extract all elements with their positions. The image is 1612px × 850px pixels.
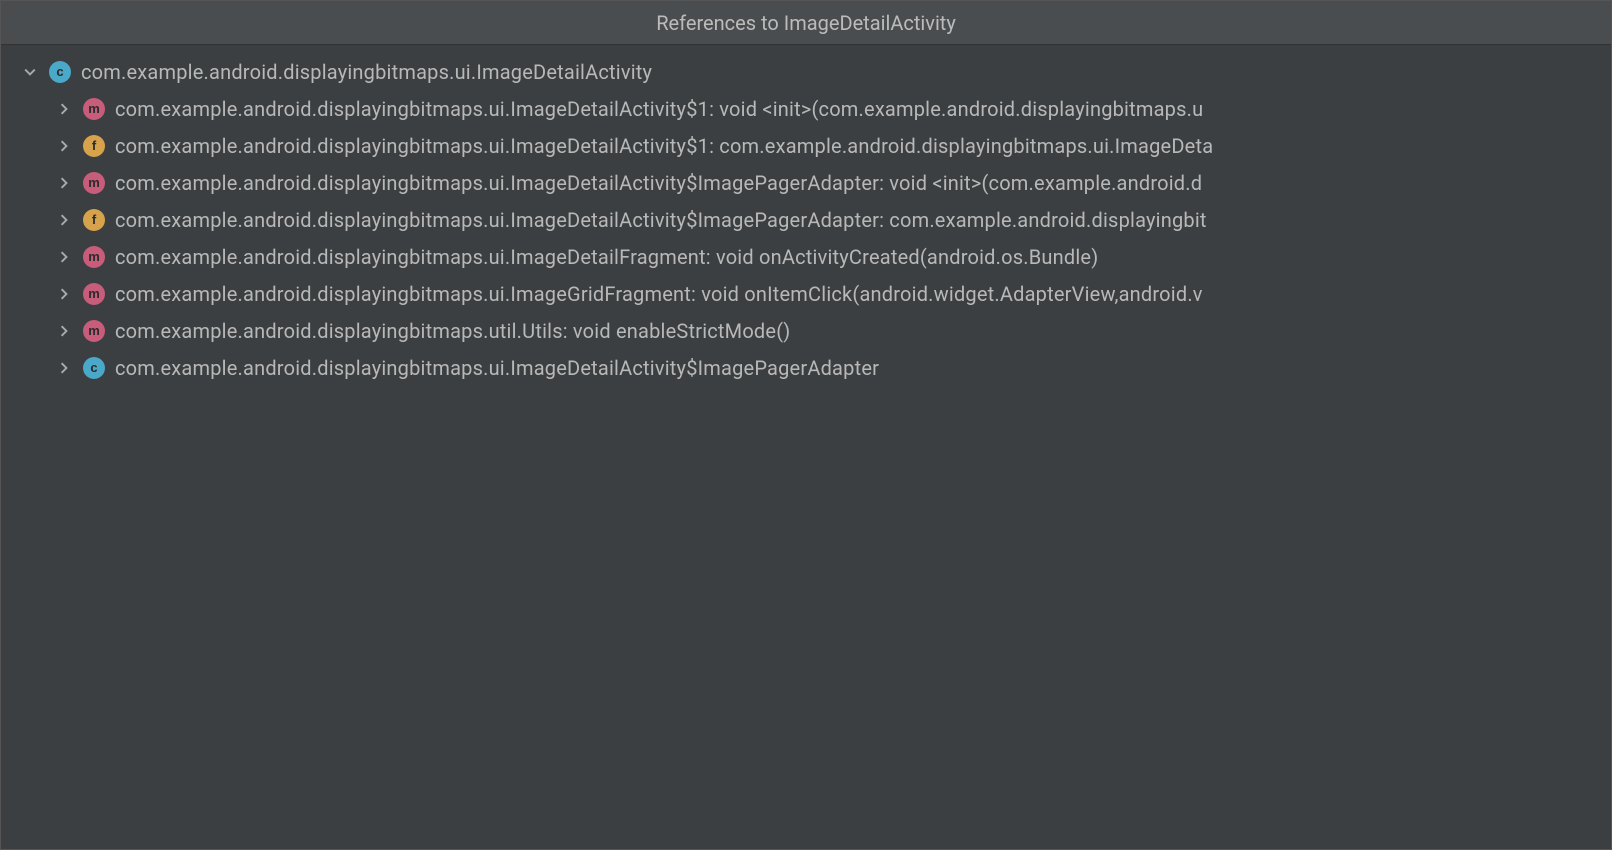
chevron-down-icon[interactable] [21,63,39,81]
tree-item-label: com.example.android.displayingbitmaps.ui… [115,245,1098,269]
tree-child-row[interactable]: f com.example.android.displayingbitmaps.… [1,201,1611,238]
tree-item-label: com.example.android.displayingbitmaps.ut… [115,319,790,343]
chevron-right-icon[interactable] [55,100,73,118]
method-icon: m [83,98,105,120]
chevron-right-icon[interactable] [55,137,73,155]
tree-item-label: com.example.android.displayingbitmaps.ui… [115,171,1202,195]
tree-root-row[interactable]: c com.example.android.displayingbitmaps.… [1,53,1611,90]
tree-child-row[interactable]: m com.example.android.displayingbitmaps.… [1,275,1611,312]
tree-child-row[interactable]: f com.example.android.displayingbitmaps.… [1,127,1611,164]
method-icon: m [83,283,105,305]
tree-child-row[interactable]: m com.example.android.displayingbitmaps.… [1,312,1611,349]
tree-item-label: com.example.android.displayingbitmaps.ui… [115,97,1203,121]
panel-title-bar: References to ImageDetailActivity [1,1,1611,45]
class-icon: c [83,357,105,379]
chevron-right-icon[interactable] [55,322,73,340]
tree-item-label: com.example.android.displayingbitmaps.ui… [115,282,1203,306]
chevron-right-icon[interactable] [55,359,73,377]
chevron-right-icon[interactable] [55,285,73,303]
field-icon: f [83,135,105,157]
field-icon: f [83,209,105,231]
tree-child-row[interactable]: m com.example.android.displayingbitmaps.… [1,164,1611,201]
references-tree: c com.example.android.displayingbitmaps.… [1,45,1611,386]
method-icon: m [83,172,105,194]
tree-child-row[interactable]: c com.example.android.displayingbitmaps.… [1,349,1611,386]
tree-item-label: com.example.android.displayingbitmaps.ui… [115,208,1207,232]
class-icon: c [49,61,71,83]
chevron-right-icon[interactable] [55,211,73,229]
tree-item-label: com.example.android.displayingbitmaps.ui… [115,356,879,380]
method-icon: m [83,320,105,342]
panel-title: References to ImageDetailActivity [656,11,956,35]
tree-item-label: com.example.android.displayingbitmaps.ui… [81,60,652,84]
tree-item-label: com.example.android.displayingbitmaps.ui… [115,134,1213,158]
tree-child-row[interactable]: m com.example.android.displayingbitmaps.… [1,238,1611,275]
chevron-right-icon[interactable] [55,248,73,266]
chevron-right-icon[interactable] [55,174,73,192]
tree-child-row[interactable]: m com.example.android.displayingbitmaps.… [1,90,1611,127]
method-icon: m [83,246,105,268]
